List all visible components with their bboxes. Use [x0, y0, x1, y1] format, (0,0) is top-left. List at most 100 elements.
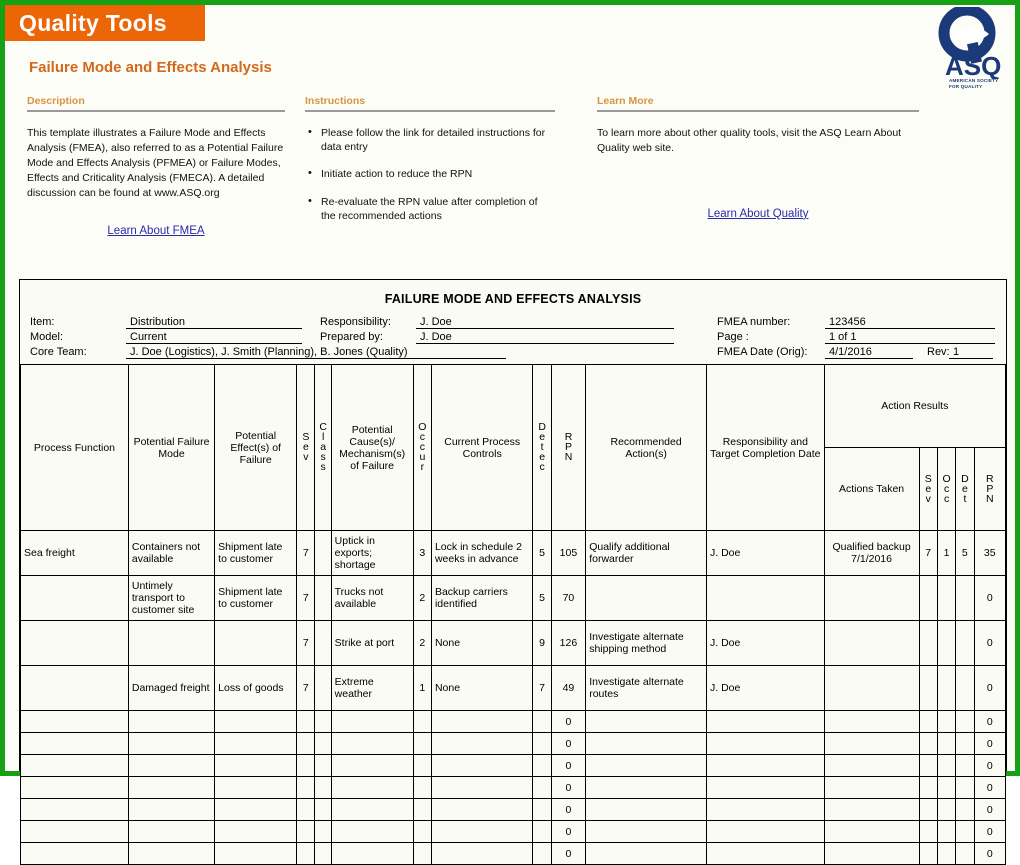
- cell-effect[interactable]: [214, 820, 298, 843]
- cell-det[interactable]: [532, 842, 552, 865]
- cell-sev[interactable]: 7: [296, 575, 316, 621]
- cell-responsibility[interactable]: [706, 798, 825, 821]
- cell-action-sev[interactable]: [918, 665, 938, 711]
- cell-process-function[interactable]: [20, 820, 129, 843]
- responsibility-value[interactable]: J. Doe: [416, 316, 674, 329]
- cell-cause[interactable]: Uptick in exports; shortage: [330, 530, 414, 576]
- cell-action-sev[interactable]: [918, 732, 938, 755]
- cell-recommended[interactable]: [585, 776, 708, 799]
- cell-recommended[interactable]: [585, 842, 708, 865]
- cell-failure-mode[interactable]: [127, 754, 216, 777]
- cell-sev[interactable]: [296, 732, 316, 755]
- cell-class[interactable]: [314, 665, 332, 711]
- cell-action-sev[interactable]: [918, 620, 938, 666]
- cell-action-sev[interactable]: 7: [918, 530, 938, 576]
- cell-recommended[interactable]: [585, 820, 708, 843]
- cell-controls[interactable]: Backup carriers identified: [430, 575, 534, 621]
- cell-controls[interactable]: [430, 754, 534, 777]
- cell-occ[interactable]: [412, 842, 432, 865]
- cell-action-sev[interactable]: [918, 820, 938, 843]
- cell-occ[interactable]: 2: [412, 575, 432, 621]
- cell-class[interactable]: [314, 776, 332, 799]
- cell-action-det[interactable]: [955, 842, 975, 865]
- cell-effect[interactable]: [214, 754, 298, 777]
- cell-det[interactable]: [532, 732, 552, 755]
- cell-class[interactable]: [314, 575, 332, 621]
- cell-failure-mode[interactable]: [127, 776, 216, 799]
- cell-cause[interactable]: Strike at port: [330, 620, 414, 666]
- cell-sev[interactable]: [296, 842, 316, 865]
- cell-cause[interactable]: [330, 842, 414, 865]
- cell-action-occ[interactable]: [936, 776, 957, 799]
- cell-det[interactable]: [532, 754, 552, 777]
- cell-responsibility[interactable]: J. Doe: [706, 665, 825, 711]
- cell-controls[interactable]: None: [430, 620, 534, 666]
- cell-cause[interactable]: [330, 754, 414, 777]
- cell-effect[interactable]: Loss of goods: [214, 665, 298, 711]
- cell-actions-taken[interactable]: [823, 820, 920, 843]
- cell-controls[interactable]: None: [430, 665, 534, 711]
- cell-sev[interactable]: 7: [296, 530, 316, 576]
- cell-det[interactable]: [532, 798, 552, 821]
- fmea-number-value[interactable]: 123456: [825, 316, 995, 329]
- cell-recommended[interactable]: Investigate alternate shipping method: [585, 620, 708, 666]
- cell-effect[interactable]: [214, 798, 298, 821]
- cell-action-sev[interactable]: [918, 776, 938, 799]
- cell-action-occ[interactable]: [936, 798, 957, 821]
- cell-sev[interactable]: [296, 776, 316, 799]
- cell-det[interactable]: 9: [532, 620, 552, 666]
- cell-actions-taken[interactable]: Qualified backup 7/1/2016: [823, 530, 920, 576]
- cell-det[interactable]: 5: [532, 575, 552, 621]
- cell-action-det[interactable]: [955, 754, 975, 777]
- cell-actions-taken[interactable]: [823, 665, 920, 711]
- cell-occ[interactable]: [412, 776, 432, 799]
- cell-action-occ[interactable]: [936, 665, 957, 711]
- cell-action-sev[interactable]: [918, 754, 938, 777]
- cell-recommended[interactable]: [585, 575, 708, 621]
- cell-cause[interactable]: [330, 710, 414, 733]
- cell-responsibility[interactable]: J. Doe: [706, 530, 825, 576]
- cell-controls[interactable]: [430, 732, 534, 755]
- cell-process-function[interactable]: [20, 732, 129, 755]
- cell-cause[interactable]: Trucks not available: [330, 575, 414, 621]
- cell-action-det[interactable]: 5: [955, 530, 975, 576]
- cell-process-function[interactable]: [20, 710, 129, 733]
- cell-process-function[interactable]: [20, 665, 129, 711]
- cell-responsibility[interactable]: [706, 776, 825, 799]
- cell-cause[interactable]: [330, 732, 414, 755]
- cell-action-det[interactable]: [955, 665, 975, 711]
- cell-responsibility[interactable]: [706, 575, 825, 621]
- cell-controls[interactable]: [430, 798, 534, 821]
- cell-actions-taken[interactable]: [823, 732, 920, 755]
- cell-effect[interactable]: [214, 710, 298, 733]
- cell-action-occ[interactable]: [936, 620, 957, 666]
- cell-class[interactable]: [314, 798, 332, 821]
- cell-action-occ[interactable]: [936, 710, 957, 733]
- cell-process-function[interactable]: [20, 842, 129, 865]
- cell-action-occ[interactable]: [936, 842, 957, 865]
- cell-controls[interactable]: [430, 710, 534, 733]
- cell-failure-mode[interactable]: Containers not available: [127, 530, 216, 576]
- cell-responsibility[interactable]: [706, 710, 825, 733]
- cell-effect[interactable]: [214, 842, 298, 865]
- cell-process-function[interactable]: [20, 798, 129, 821]
- cell-det[interactable]: [532, 710, 552, 733]
- cell-failure-mode[interactable]: [127, 620, 216, 666]
- cell-occ[interactable]: 3: [412, 530, 432, 576]
- model-value[interactable]: Current: [126, 331, 302, 344]
- cell-action-occ[interactable]: 1: [936, 530, 957, 576]
- cell-action-occ[interactable]: [936, 732, 957, 755]
- cell-occ[interactable]: [412, 732, 432, 755]
- learn-about-quality-link[interactable]: Learn About Quality: [597, 208, 919, 220]
- cell-responsibility[interactable]: [706, 820, 825, 843]
- cell-failure-mode[interactable]: [127, 732, 216, 755]
- cell-action-det[interactable]: [955, 575, 975, 621]
- cell-controls[interactable]: [430, 820, 534, 843]
- cell-actions-taken[interactable]: [823, 710, 920, 733]
- cell-responsibility[interactable]: [706, 732, 825, 755]
- cell-sev[interactable]: [296, 820, 316, 843]
- cell-process-function[interactable]: Sea freight: [20, 530, 129, 576]
- cell-action-det[interactable]: [955, 820, 975, 843]
- cell-controls[interactable]: [430, 842, 534, 865]
- cell-occ[interactable]: [412, 798, 432, 821]
